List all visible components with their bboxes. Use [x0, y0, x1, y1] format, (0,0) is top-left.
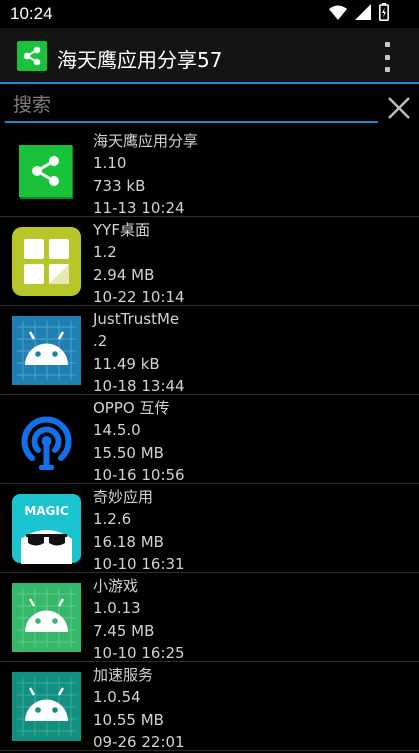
app-date: 11-13 10:24 — [93, 198, 185, 217]
app-size: 11.49 kB — [93, 354, 160, 373]
share-icon — [17, 41, 47, 71]
app-name: 加速服务 — [93, 666, 154, 684]
app-name: JustTrustMe — [93, 310, 180, 328]
app-date: 10-10 16:31 — [93, 554, 185, 573]
app-size: 15.50 MB — [93, 443, 164, 462]
app-version: 14.5.0 — [93, 421, 141, 440]
app-size: 10.55 MB — [93, 710, 164, 729]
app-info: 小游戏 1.0.13 7.45 MB 10-10 16:25 — [93, 575, 185, 664]
app-version: 1.2.6 — [93, 510, 132, 529]
signal-icon — [355, 4, 371, 24]
status-bar: 10:24 — [0, 0, 419, 28]
status-time: 10:24 — [10, 4, 53, 23]
app-size: 2.94 MB — [93, 265, 155, 284]
list-item[interactable]: JustTrustMe .2 11.49 kB 10-18 13:44 — [0, 306, 419, 395]
app-name: 奇妙应用 — [93, 488, 154, 506]
app-name: 海天鹰应用分享 — [93, 132, 199, 150]
app-info: OPPO 互传 14.5.0 15.50 MB 10-16 10:56 — [93, 397, 185, 486]
app-date: 10-16 10:56 — [93, 465, 185, 484]
app-version: 1.10 — [93, 154, 127, 173]
grid-icon — [11, 226, 82, 297]
app-version: 1.0.54 — [93, 688, 141, 707]
app-name: 小游戏 — [93, 577, 139, 595]
app-info: 海天鹰应用分享 1.10 733 kB 11-13 10:24 — [93, 130, 198, 219]
list-item[interactable]: MAGIC 奇妙应用 1.2.6 16.18 MB 10-10 16:31 — [0, 484, 419, 573]
app-list: 海天鹰应用分享 1.10 733 kB 11-13 10:24 YYF桌面 1.… — [0, 128, 419, 751]
app-version: 1.0.13 — [93, 599, 141, 618]
search-bar — [5, 89, 378, 125]
app-info: YYF桌面 1.2 2.94 MB 10-22 10:14 — [93, 219, 185, 308]
app-version: .2 — [93, 332, 108, 351]
list-item[interactable]: 小游戏 1.0.13 7.45 MB 10-10 16:25 — [0, 573, 419, 662]
app-info: JustTrustMe .2 11.49 kB 10-18 13:44 — [93, 308, 185, 397]
magic-icon-text: MAGIC — [24, 504, 69, 518]
status-icons — [329, 3, 389, 25]
list-item[interactable]: YYF桌面 1.2 2.94 MB 10-22 10:14 — [0, 217, 419, 306]
list-item[interactable]: OPPO 互传 14.5.0 15.50 MB 10-16 10:56 — [0, 395, 419, 484]
app-title: 海天鹰应用分享57 — [57, 48, 223, 72]
close-icon[interactable] — [384, 93, 414, 123]
app-info: 奇妙应用 1.2.6 16.18 MB 10-10 16:31 — [93, 486, 185, 575]
app-size: 7.45 MB — [93, 621, 155, 640]
wifi-icon — [329, 5, 347, 24]
app-size: 733 kB — [93, 176, 146, 195]
android-icon — [11, 582, 82, 653]
app-date: 10-18 13:44 — [93, 376, 185, 395]
app-bar-divider — [0, 82, 419, 84]
list-item[interactable]: 加速服务 1.0.54 10.55 MB 09-26 22:01 — [0, 662, 419, 751]
magic-icon: MAGIC — [11, 493, 82, 564]
app-version: 1.2 — [93, 243, 117, 262]
app-date: 10-10 16:25 — [93, 643, 185, 662]
app-size: 16.18 MB — [93, 532, 164, 551]
list-item[interactable]: 海天鹰应用分享 1.10 733 kB 11-13 10:24 — [0, 128, 419, 217]
broadcast-icon — [11, 404, 82, 475]
app-info: 加速服务 1.0.54 10.55 MB 09-26 22:01 — [93, 664, 185, 753]
android-icon — [11, 671, 82, 742]
app-name: OPPO 互传 — [93, 399, 170, 417]
battery-icon — [379, 3, 389, 25]
android-icon — [11, 315, 82, 386]
app-date: 09-26 22:01 — [93, 732, 185, 751]
share-icon — [11, 137, 82, 208]
app-name: YYF桌面 — [93, 221, 150, 239]
overflow-menu-icon[interactable] — [380, 42, 394, 72]
search-input[interactable] — [5, 89, 378, 123]
app-date: 10-22 10:14 — [93, 287, 185, 306]
